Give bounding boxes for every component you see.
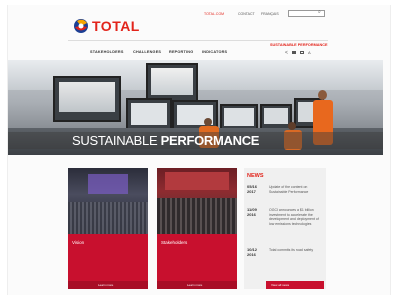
news-panel: NEWS 05/16 2017 Update of the content on … [244,168,326,289]
total-logo[interactable]: TOTAL [72,17,152,37]
nav-item-reporting[interactable]: REPORTING [169,50,193,54]
news-year: 2016 [247,211,256,217]
vision-card-image [68,168,148,234]
view-all-news-label: View all news [271,283,290,287]
stakeholders-card-label: Stakeholders [161,240,188,245]
logo-mark-icon [74,19,88,33]
vision-learn-more-label: Learn more [98,283,114,287]
section-label: SUSTAINABLE PERFORMANCE [270,43,328,47]
news-text: Total commits its road safety [269,248,314,252]
font-size-icon[interactable]: A [308,50,311,55]
stakeholders-card-image [157,168,237,234]
hero-banner: SUSTAINABLE PERFORMANCE [8,60,383,155]
news-date: 11/09 2016 [247,207,257,218]
hero-title: SUSTAINABLE PERFORMANCE [72,133,259,148]
main-nav: STAKEHOLDERS CHALLENGES REPORTING INDICA… [90,50,240,56]
logo-text: TOTAL [92,18,140,34]
share-tools: < A [285,50,325,57]
contact-link[interactable]: CONTACT [238,12,255,16]
stakeholders-learn-more-label: Learn more [187,283,203,287]
vision-card[interactable]: Vision Learn more [68,168,148,289]
share-icon[interactable]: < [285,50,288,56]
nav-item-stakeholders[interactable]: STAKEHOLDERS [90,50,124,54]
print-icon[interactable] [292,51,296,54]
language-link[interactable]: FRANÇAIS [261,12,279,16]
hero-monitor [126,98,172,132]
top-bar: TOTAL.COM CONTACT FRANÇAIS ⌕ [200,9,330,18]
view-all-news-button[interactable]: View all news [266,281,324,289]
news-text: Update of the content on Sustainable Per… [269,185,309,194]
news-date: 10/12 2016 [247,247,257,258]
hero-monitor [146,63,198,102]
stakeholders-card[interactable]: Stakeholders Learn more [157,168,237,289]
news-item[interactable]: 10/12 2016 Total commits its road safety [247,247,325,264]
header-divider [68,40,328,41]
stakeholders-learn-more-button[interactable]: Learn more [157,281,237,289]
mail-icon[interactable] [300,51,304,54]
total-link[interactable]: TOTAL.COM [204,12,224,16]
hero-monitor [53,76,121,122]
news-date: 05/16 2017 [247,184,257,195]
news-item[interactable]: 05/16 2017 Update of the content on Susta… [247,184,325,209]
news-text: OGCI announces a $1 billion investment t… [269,208,319,226]
nav-item-indicators[interactable]: INDICATORS [202,50,227,54]
hero-title-bold: PERFORMANCE [160,133,260,148]
nav-item-challenges[interactable]: CHALLENGES [133,50,161,54]
news-year: 2017 [247,188,256,194]
hero-title-light: SUSTAINABLE [72,133,161,148]
vision-learn-more-button[interactable]: Learn more [68,281,148,289]
news-heading: NEWS [247,173,264,179]
news-year: 2016 [247,251,256,257]
vision-card-label: Vision [72,240,85,245]
news-item[interactable]: 11/09 2016 OGCI announces a $1 billion in… [247,207,325,246]
search-icon[interactable]: ⌕ [318,9,321,15]
